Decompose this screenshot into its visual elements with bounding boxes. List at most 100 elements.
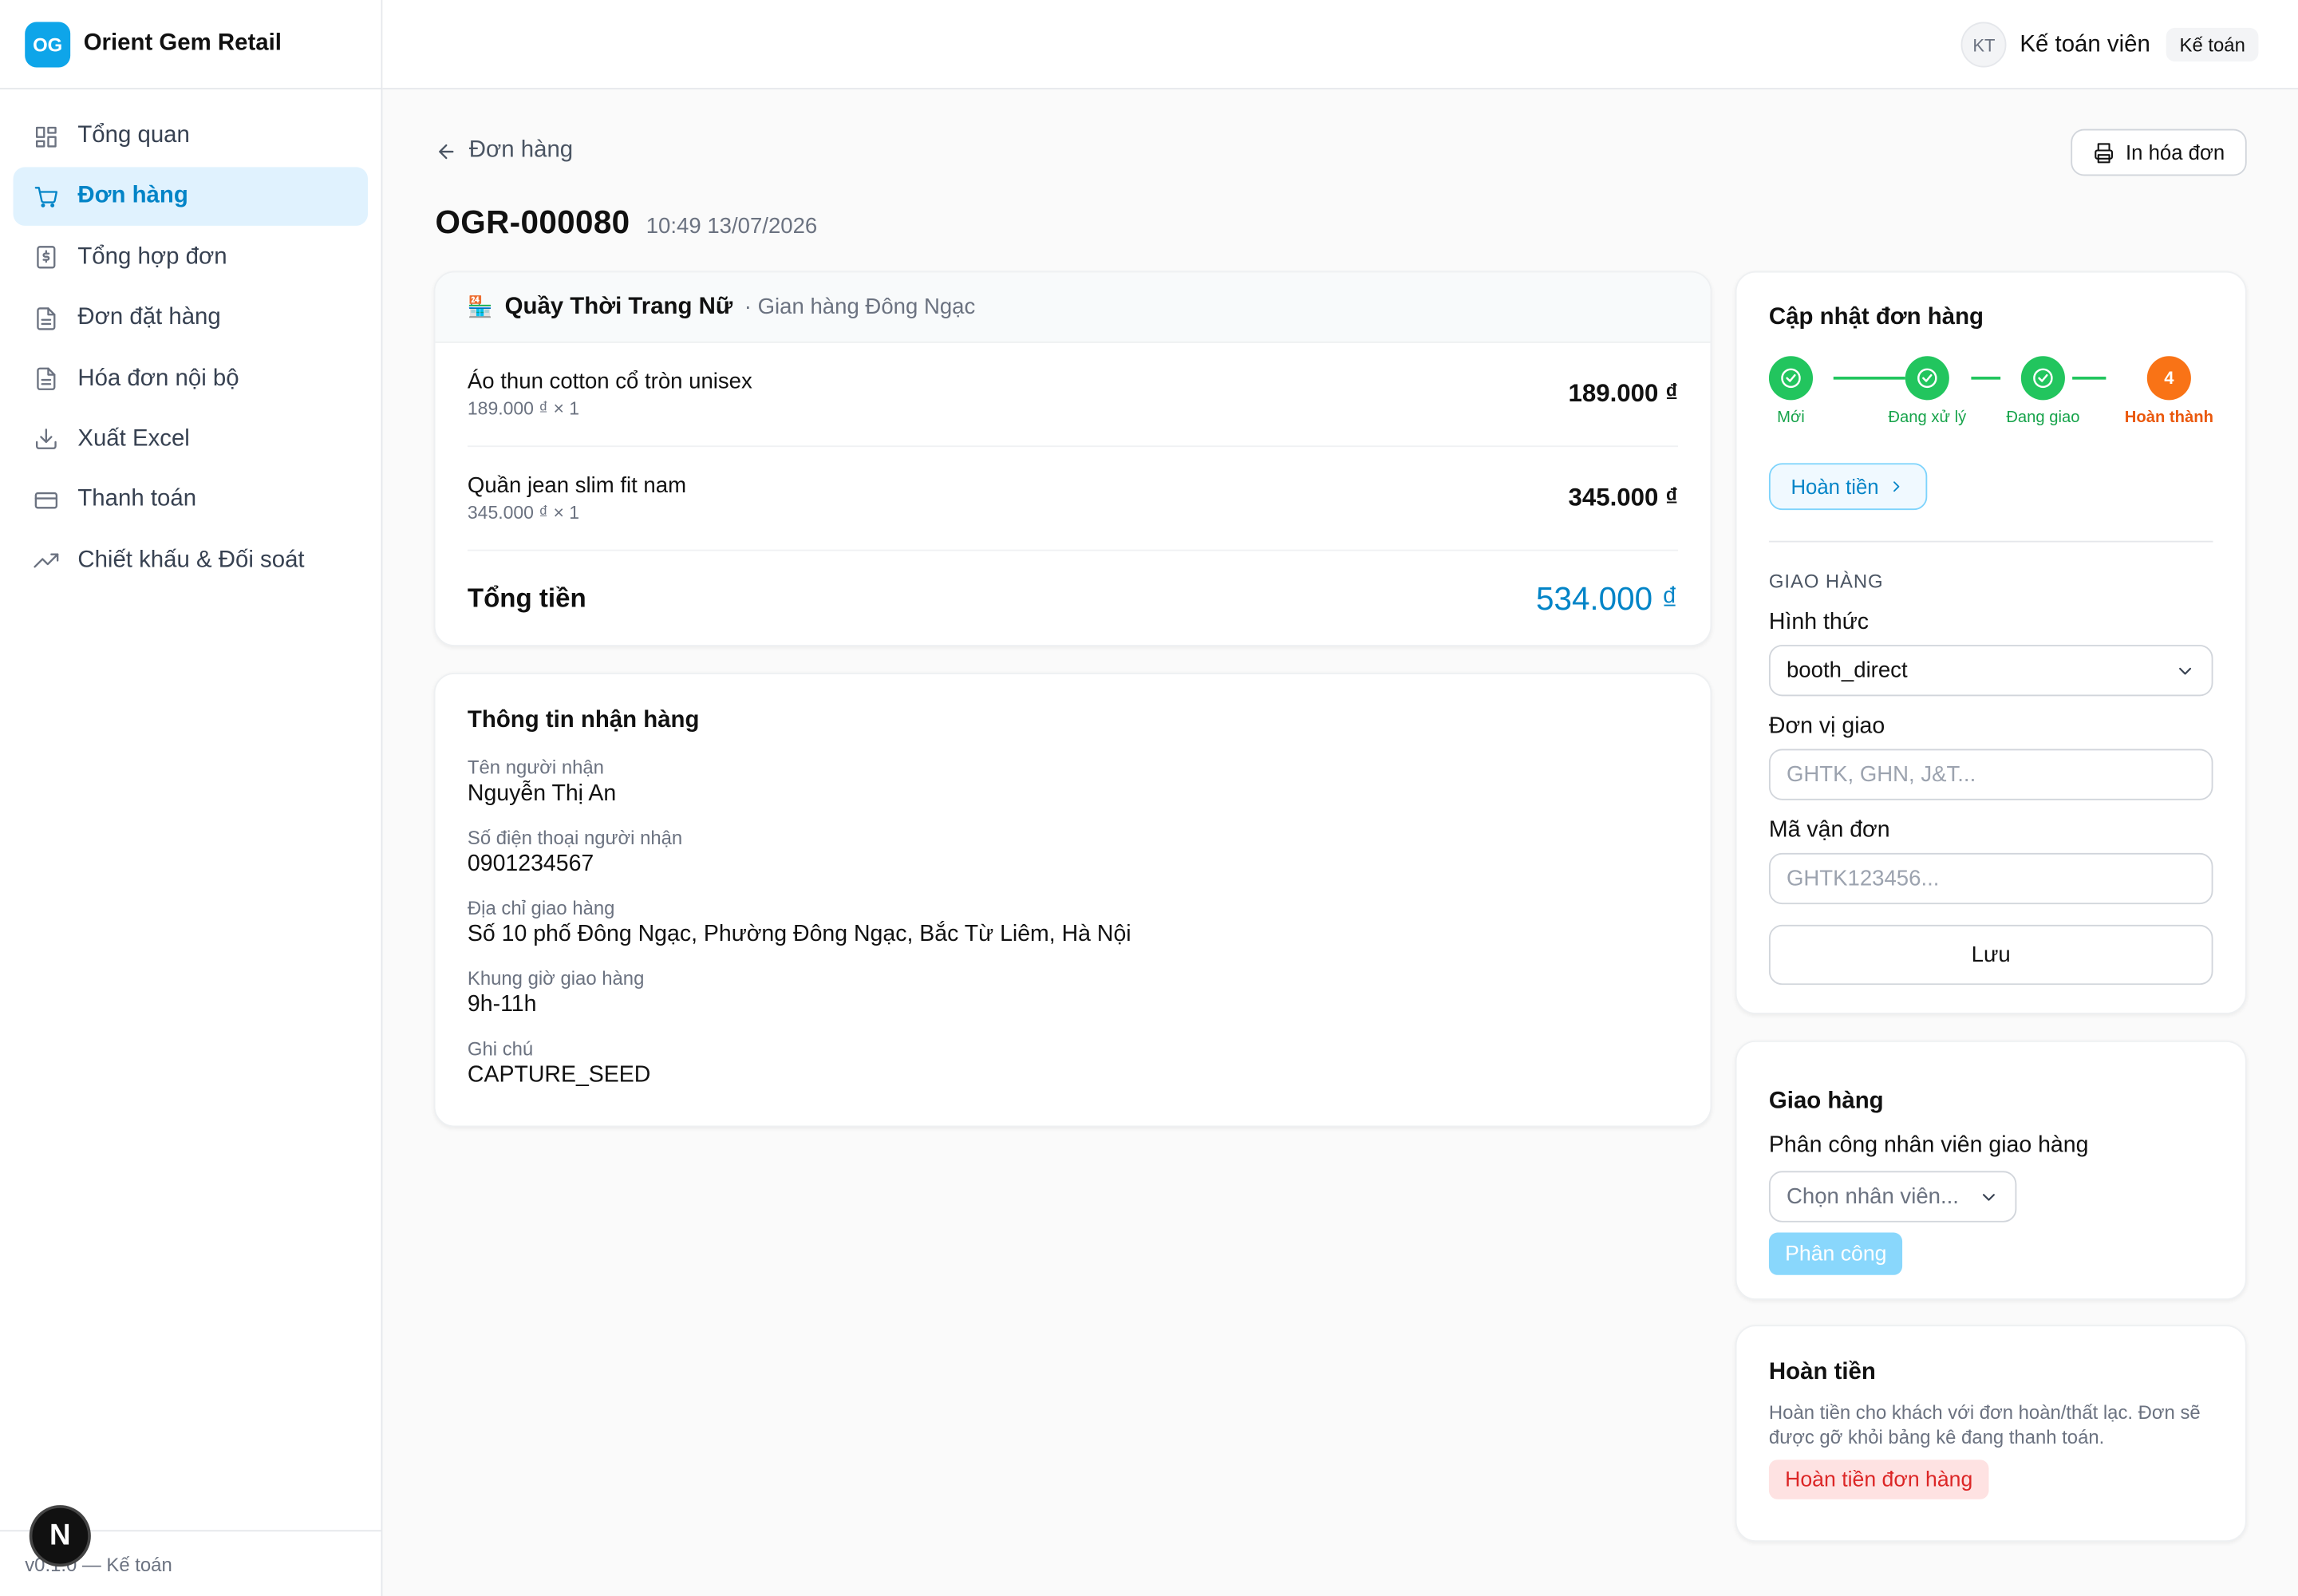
nextjs-dev-badge-icon[interactable]: N (29, 1505, 91, 1567)
chevron-down-icon (2179, 666, 2192, 674)
back-link[interactable]: Đơn hàng (436, 137, 574, 164)
assign-label: Phân công nhân viên giao hàng (1768, 1132, 2089, 1158)
main-content: Đơn hàng In hóa đơn OGR-000080 10:49 13/… (382, 89, 2298, 1596)
assign-button[interactable]: Phân công (1768, 1232, 1903, 1275)
refund-status-label: Hoàn tiền (1791, 475, 1879, 499)
printer-icon (2095, 142, 2114, 163)
method-select[interactable]: booth_direct (1768, 645, 2213, 697)
refund-order-button[interactable]: Hoàn tiền đơn hàng (1768, 1460, 1989, 1499)
brand[interactable]: OG Orient Gem Retail (0, 0, 381, 90)
item-price: 189.000 ₫ (1568, 379, 1679, 408)
sidebar-item-label: Xuất Excel (77, 426, 190, 452)
dashboard-icon (35, 125, 57, 147)
order-update-card: Cập nhật đơn hàng Mới Đang xử lý Đang gi… (1735, 271, 2247, 1014)
brand-logo: OG (25, 21, 71, 67)
step-circle: 4 (2146, 356, 2191, 401)
sidebar-item-tong-quan[interactable]: Tổng quan (14, 107, 368, 165)
method-value: booth_direct (1786, 658, 1908, 683)
sidebar-item-hoa-don-noi-bo[interactable]: Hóa đơn nội bộ (14, 350, 368, 408)
carrier-input[interactable] (1768, 749, 2213, 800)
cart-icon (34, 186, 58, 207)
role-badge: Kế toán (2166, 27, 2259, 62)
download-icon (35, 429, 57, 450)
avatar: KT (1960, 22, 2007, 68)
item-name: Áo thun cotton cổ tròn unisex (467, 369, 752, 395)
item-unit-price: 189.000 ₫ × 1 (467, 398, 580, 420)
sidebar-item-label: Đơn hàng (77, 184, 188, 209)
brand-name: Orient Gem Retail (83, 30, 282, 56)
receiver-phone: 0901234567 (467, 851, 594, 877)
sidebar-item-label: Đơn đặt hàng (77, 305, 221, 330)
back-link-label: Đơn hàng (468, 137, 574, 163)
sidebar-item-label: Tổng hợp đơn (77, 244, 227, 270)
note-label: Ghi chú (467, 1037, 534, 1060)
delivery-assign-card: Giao hàng Phân công nhân viên giao hàng … (1735, 1040, 2247, 1301)
step-new[interactable]: Mới (1739, 356, 1842, 426)
step-shipping[interactable]: Đang giao (1992, 356, 2095, 426)
trending-up-icon (34, 553, 59, 568)
credit-card-icon (34, 492, 58, 509)
topbar: KT Kế toán viên Kế toán (382, 0, 2298, 90)
sidebar-nav: Tổng quan Đơn hàng Tổng hợp đơn Đơn đặt … (0, 89, 381, 610)
step-label: Mới (1777, 409, 1805, 427)
step-label: Hoàn thành (2124, 409, 2213, 427)
refund-description: Hoàn tiền cho khách với đơn hoàn/thất lạ… (1768, 1400, 2201, 1448)
booth-name: Quầy Thời Trang Nữ (504, 294, 733, 319)
divider (1768, 540, 2213, 543)
staff-select[interactable]: Chọn nhân viên... (1768, 1171, 2017, 1223)
step-completed[interactable]: 4 Hoàn thành (2118, 356, 2221, 426)
sidebar-item-tong-hop-don[interactable]: Tổng hợp đơn (14, 228, 368, 286)
update-title: Cập nhật đơn hàng (1768, 305, 1984, 330)
status-stepper: Mới Đang xử lý Đang giao 4 Hoàn thành (1768, 356, 2213, 450)
check-circle-icon (2033, 368, 2053, 389)
check-circle-icon (1917, 368, 1937, 389)
receipt-dollar-icon (37, 246, 56, 270)
refund-title: Hoàn tiền (1768, 1360, 1876, 1385)
save-button[interactable]: Lưu (1768, 924, 2213, 986)
order-code: OGR-000080 (435, 203, 630, 241)
carrier-label: Đơn vị giao (1768, 713, 1885, 739)
receiver-title: Thông tin nhận hàng (467, 708, 700, 733)
step-processing[interactable]: Đang xử lý (1876, 356, 1979, 426)
list-item: Quần jean slim fit nam 345.000 ₫ × 1 345… (467, 447, 1679, 551)
print-invoice-button[interactable]: In hóa đơn (2071, 128, 2247, 176)
sidebar-item-label: Tổng quan (77, 123, 190, 148)
shipping-section-caption: GIAO HÀNG (1768, 570, 1884, 592)
user-menu[interactable]: KT Kế toán viên Kế toán (1960, 22, 2259, 68)
page-title: OGR-000080 10:49 13/07/2026 (436, 203, 818, 242)
sidebar-item-label: Thanh toán (77, 487, 197, 512)
chevron-down-icon (1982, 1193, 1995, 1200)
order-items-card: 🏪 Quầy Thời Trang Nữ · Gian hàng Đông Ng… (433, 271, 1712, 646)
refund-card: Hoàn tiền Hoàn tiền cho khách với đơn ho… (1735, 1325, 2247, 1543)
sidebar-item-thanh-toan[interactable]: Thanh toán (14, 471, 368, 529)
sidebar-item-don-dat-hang[interactable]: Đơn đặt hàng (14, 289, 368, 347)
receiver-name-label: Tên người nhận (467, 756, 604, 779)
sidebar-item-don-hang[interactable]: Đơn hàng (13, 168, 369, 227)
sidebar-item-chiet-khau[interactable]: Chiết khấu & Đối soát (14, 531, 368, 590)
receiver-phone-label: Số điện thoại người nhận (467, 826, 683, 849)
sidebar-item-xuat-excel[interactable]: Xuất Excel (14, 410, 368, 468)
delivery-window-label: Khung giờ giao hàng (467, 967, 645, 990)
app-root: OG Orient Gem Retail Tổng quan Đơn hàng … (0, 0, 2298, 1596)
print-invoice-label: In hóa đơn (2126, 140, 2225, 164)
item-name: Quần jean slim fit nam (467, 473, 687, 499)
delivery-address: Số 10 phố Đông Ngạc, Phường Đông Ngạc, B… (467, 922, 1131, 947)
total-label: Tổng tiền (467, 583, 586, 613)
document-icon (37, 306, 56, 330)
tracking-input[interactable] (1768, 852, 2213, 905)
sidebar-item-label: Chiết khấu & Đối soát (77, 547, 305, 573)
store-icon: 🏪 (467, 294, 493, 318)
tracking-label: Mã vận đơn (1768, 817, 1890, 843)
sidebar-item-label: Hóa đơn nội bộ (77, 365, 239, 391)
delivery-title: Giao hàng (1768, 1088, 1884, 1114)
step-label: Đang giao (2006, 409, 2080, 427)
method-label: Hình thức (1768, 610, 1870, 635)
step-circle (2020, 356, 2065, 401)
document-icon (37, 367, 56, 391)
list-item: Áo thun cotton cổ tròn unisex 189.000 ₫ … (467, 343, 1679, 448)
refund-status-button[interactable]: Hoàn tiền (1768, 463, 1928, 511)
staff-placeholder: Chọn nhân viên... (1786, 1183, 1959, 1210)
step-label: Đang xử lý (1888, 409, 1967, 427)
delivery-window: 9h-11h (467, 992, 537, 1017)
booth-location: · Gian hàng Đông Ngạc (744, 294, 976, 320)
